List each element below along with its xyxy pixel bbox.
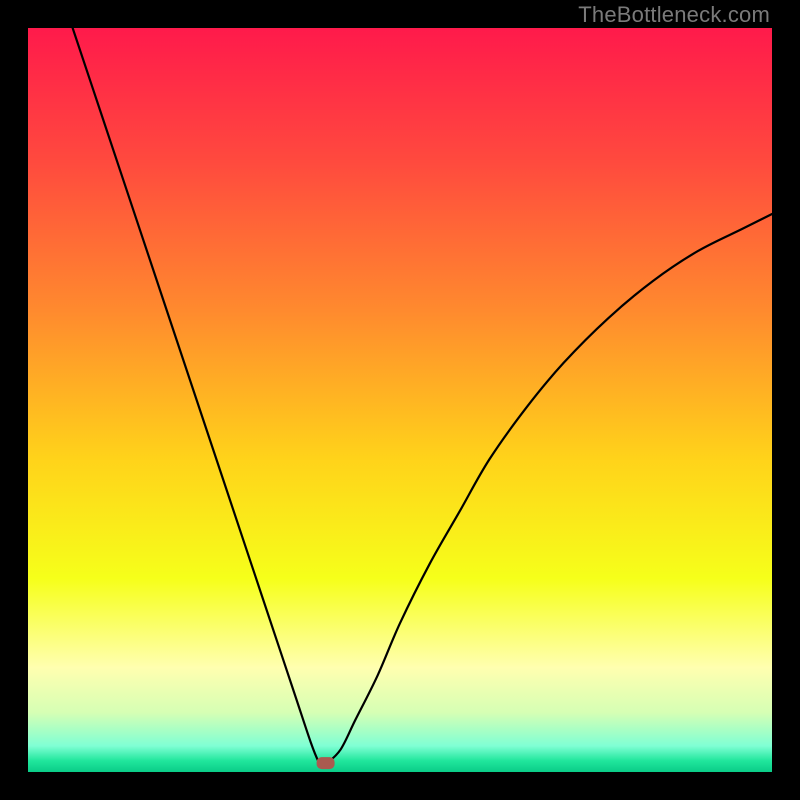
sweet-spot-marker — [317, 757, 335, 769]
watermark-text: TheBottleneck.com — [578, 2, 770, 28]
chart-frame — [28, 28, 772, 772]
bottleneck-chart — [28, 28, 772, 772]
gradient-background — [28, 28, 772, 772]
